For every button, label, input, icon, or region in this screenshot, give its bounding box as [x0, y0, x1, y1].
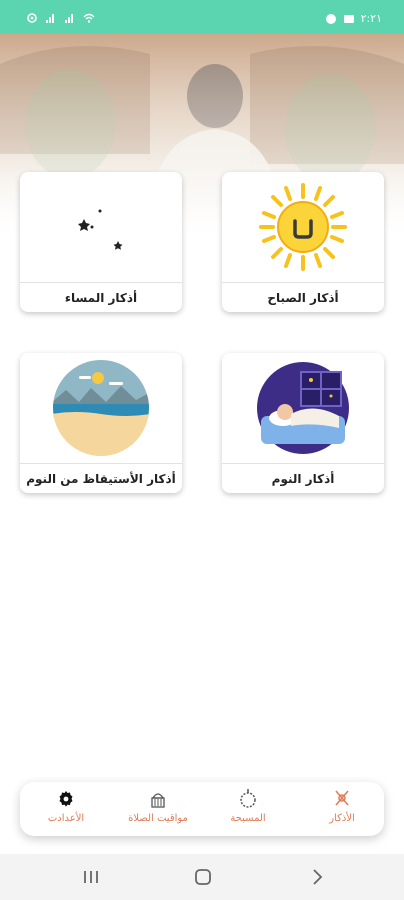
sun-icon [222, 172, 384, 282]
gear-icon [59, 791, 73, 807]
sleeping-person-icon [222, 353, 384, 463]
card-evening-adhkar[interactable]: أذكار المساء [20, 172, 182, 312]
card-sleep-adhkar[interactable]: أذكار النوم [222, 353, 384, 493]
nav-item-prayer-times[interactable]: مواقيت الصلاة [118, 786, 198, 832]
whatsapp-icon [325, 13, 336, 24]
tasbih-icon [240, 789, 256, 808]
mosque-icon [151, 793, 165, 808]
nav-label: الأذكار [329, 813, 355, 824]
status-left-icons [26, 12, 95, 24]
status-right-icons: ٢:٢١ [325, 12, 382, 25]
card-label: أذكار الصباح [222, 282, 384, 312]
card-label: أذكار الأستيقاظ من النوم [20, 463, 182, 493]
nav-label: المسبحة [230, 813, 266, 824]
moon-stars-icon [20, 172, 182, 282]
adhkar-icon [335, 790, 349, 806]
signal-icon [46, 14, 54, 23]
card-waking-adhkar[interactable]: أذكار الأستيقاظ من النوم [20, 353, 182, 493]
recent-apps-icon[interactable] [82, 869, 100, 885]
nav-label: الأعدادت [47, 813, 85, 824]
card-label: أذكار النوم [222, 463, 384, 493]
bottom-navigation: الأذكار المسبحة مواقيت الصلاة الأعدادت [20, 782, 384, 836]
nav-item-settings[interactable]: الأعدادت [36, 786, 96, 832]
nav-label: مواقيت الصلاة [128, 813, 188, 824]
status-bar: ٢:٢١ [0, 0, 404, 34]
home-icon[interactable] [194, 868, 212, 886]
signal-icon [65, 14, 73, 23]
wifi-icon [83, 13, 95, 23]
image-icon [343, 14, 354, 23]
back-icon[interactable] [310, 868, 324, 886]
card-label: أذكار المساء [20, 282, 182, 312]
settings-icon [27, 13, 37, 23]
beach-scene-icon [20, 353, 182, 463]
card-morning-adhkar[interactable]: أذكار الصباح [222, 172, 384, 312]
nav-item-adhkar[interactable]: الأذكار [312, 786, 372, 832]
system-navigation-bar [0, 854, 404, 900]
nav-item-tasbih[interactable]: المسبحة [218, 786, 278, 832]
status-time: ٢:٢١ [360, 12, 382, 25]
